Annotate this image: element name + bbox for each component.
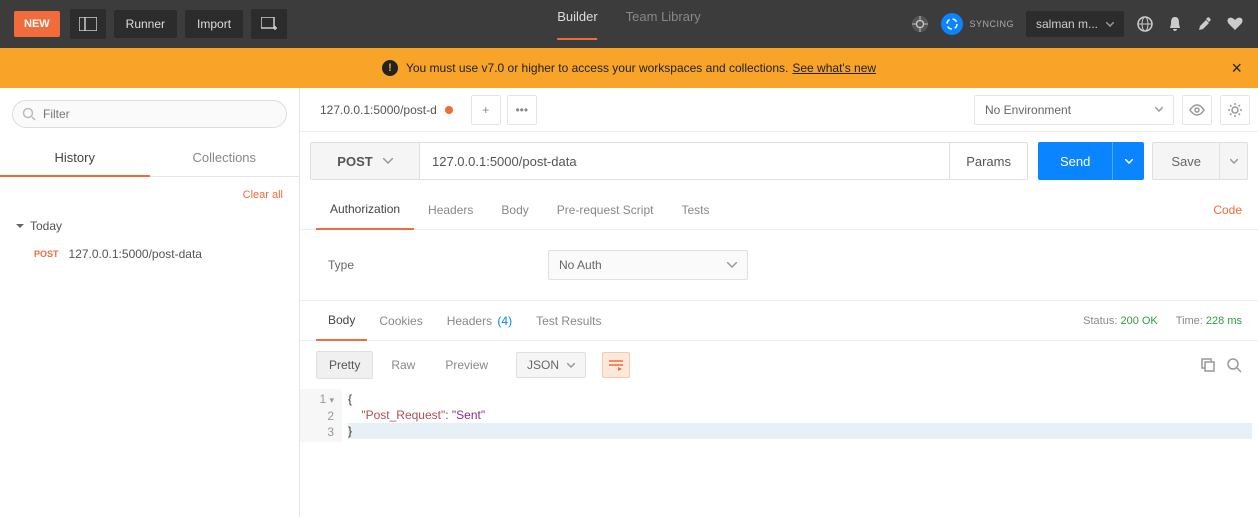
format-dropdown[interactable]: JSON (516, 352, 586, 378)
history-group-label: Today (30, 219, 62, 233)
send-dropdown[interactable] (1112, 142, 1144, 180)
tab-response-tests[interactable]: Test Results (524, 302, 613, 340)
environment-settings-button[interactable] (1220, 95, 1250, 125)
tab-response-body[interactable]: Body (316, 301, 367, 341)
layout-toggle-button[interactable] (70, 9, 106, 39)
sync-icon (941, 13, 963, 35)
banner-close-button[interactable]: × (1231, 58, 1242, 79)
history-url: 127.0.0.1:5000/post-data (69, 247, 202, 261)
runner-button[interactable]: Runner (114, 10, 177, 38)
window-plus-icon (261, 17, 277, 31)
main-tabs: Builder Team Library (557, 9, 701, 40)
auth-type-label: Type (328, 258, 508, 272)
tab-team-library[interactable]: Team Library (626, 9, 701, 40)
chevron-down-icon (1125, 159, 1133, 164)
status-label: Status: (1083, 315, 1117, 327)
view-raw-button[interactable]: Raw (379, 352, 427, 378)
code-content: { "Post_Request": "Sent" } (342, 389, 1258, 442)
auth-type-value: No Auth (559, 258, 602, 272)
method-label: POST (337, 154, 372, 169)
method-badge: POST (34, 249, 59, 259)
url-input[interactable] (420, 142, 950, 180)
import-button[interactable]: Import (185, 10, 243, 38)
sidebar: History Collections Clear all Today POST… (0, 88, 300, 517)
new-window-button[interactable] (251, 9, 287, 39)
content-area: 127.0.0.1:5000/post-d + ••• No Environme… (300, 88, 1258, 517)
chevron-down-icon (727, 262, 737, 268)
tab-collections[interactable]: Collections (150, 140, 300, 176)
globe-icon[interactable] (1136, 15, 1154, 33)
request-tab[interactable]: 127.0.0.1:5000/post-d (308, 94, 465, 126)
search-icon (1226, 357, 1242, 373)
format-label: JSON (527, 358, 559, 372)
tab-body[interactable]: Body (487, 191, 542, 229)
add-tab-button[interactable]: + (471, 95, 501, 125)
history-item[interactable]: POST 127.0.0.1:5000/post-data (16, 243, 283, 265)
tab-options-button[interactable]: ••• (507, 95, 537, 125)
send-button[interactable]: Send (1038, 142, 1112, 180)
params-button[interactable]: Params (950, 142, 1028, 180)
method-dropdown[interactable]: POST (310, 142, 420, 180)
history-group-header[interactable]: Today (16, 219, 283, 233)
wrench-icon[interactable] (1196, 15, 1214, 33)
sync-status[interactable]: SYNCING (941, 13, 1014, 35)
tab-response-cookies[interactable]: Cookies (367, 302, 434, 340)
gear-icon (1227, 102, 1243, 118)
save-button[interactable]: Save (1152, 142, 1220, 180)
time-value: 228 ms (1206, 315, 1242, 327)
code-link[interactable]: Code (1213, 203, 1242, 217)
sync-label: SYNCING (969, 19, 1014, 29)
tab-prerequest[interactable]: Pre-request Script (543, 191, 668, 229)
tab-history[interactable]: History (0, 140, 150, 177)
tab-response-headers[interactable]: Headers (4) (435, 302, 524, 340)
wrap-lines-button[interactable] (602, 352, 630, 378)
headers-count: (4) (497, 314, 512, 328)
eye-icon (1189, 104, 1205, 116)
tab-headers[interactable]: Headers (414, 191, 487, 229)
layout-icon (79, 17, 97, 31)
line-gutter: 1 ▾ 2 3 (300, 389, 342, 442)
tab-authorization[interactable]: Authorization (316, 190, 414, 230)
warning-icon: ! (382, 60, 398, 76)
top-bar: NEW Runner Import Builder Team Library S… (0, 0, 1258, 48)
caret-down-icon (16, 222, 24, 230)
banner-link[interactable]: See what's new (792, 61, 876, 75)
heart-icon[interactable] (1226, 15, 1244, 33)
user-menu[interactable]: salman m... (1026, 11, 1124, 37)
chevron-down-icon (383, 158, 393, 164)
banner-text: You must use v7.0 or higher to access yo… (406, 61, 788, 75)
status-value: 200 OK (1120, 315, 1157, 327)
unsaved-dot-icon (445, 106, 453, 114)
search-response-button[interactable] (1226, 357, 1242, 373)
request-tab-label: 127.0.0.1:5000/post-d (320, 103, 437, 117)
chevron-down-icon (1106, 22, 1114, 27)
clear-all-link[interactable]: Clear all (243, 189, 283, 201)
filter-input[interactable] (12, 100, 287, 128)
view-pretty-button[interactable]: Pretty (316, 351, 373, 379)
capture-icon[interactable] (911, 15, 929, 33)
response-body[interactable]: 1 ▾ 2 3 { "Post_Request": "Sent" } (300, 389, 1258, 442)
search-icon (22, 107, 36, 121)
chevron-down-icon (567, 363, 575, 368)
environment-preview-button[interactable] (1182, 95, 1212, 125)
wrap-icon (608, 359, 624, 371)
tab-tests[interactable]: Tests (667, 191, 723, 229)
user-label: salman m... (1036, 17, 1098, 31)
environment-dropdown[interactable]: No Environment (974, 95, 1174, 125)
copy-button[interactable] (1200, 357, 1216, 373)
new-button[interactable]: NEW (14, 11, 60, 37)
tab-builder[interactable]: Builder (557, 9, 597, 40)
copy-icon (1200, 357, 1216, 373)
chevron-down-icon (1155, 107, 1163, 112)
environment-label: No Environment (985, 103, 1071, 117)
warning-banner: ! You must use v7.0 or higher to access … (0, 48, 1258, 88)
view-preview-button[interactable]: Preview (433, 352, 500, 378)
save-dropdown[interactable] (1220, 142, 1248, 180)
chevron-down-icon (1230, 159, 1238, 164)
bell-icon[interactable] (1166, 15, 1184, 33)
auth-type-dropdown[interactable]: No Auth (548, 250, 748, 280)
time-label: Time: (1176, 315, 1203, 327)
